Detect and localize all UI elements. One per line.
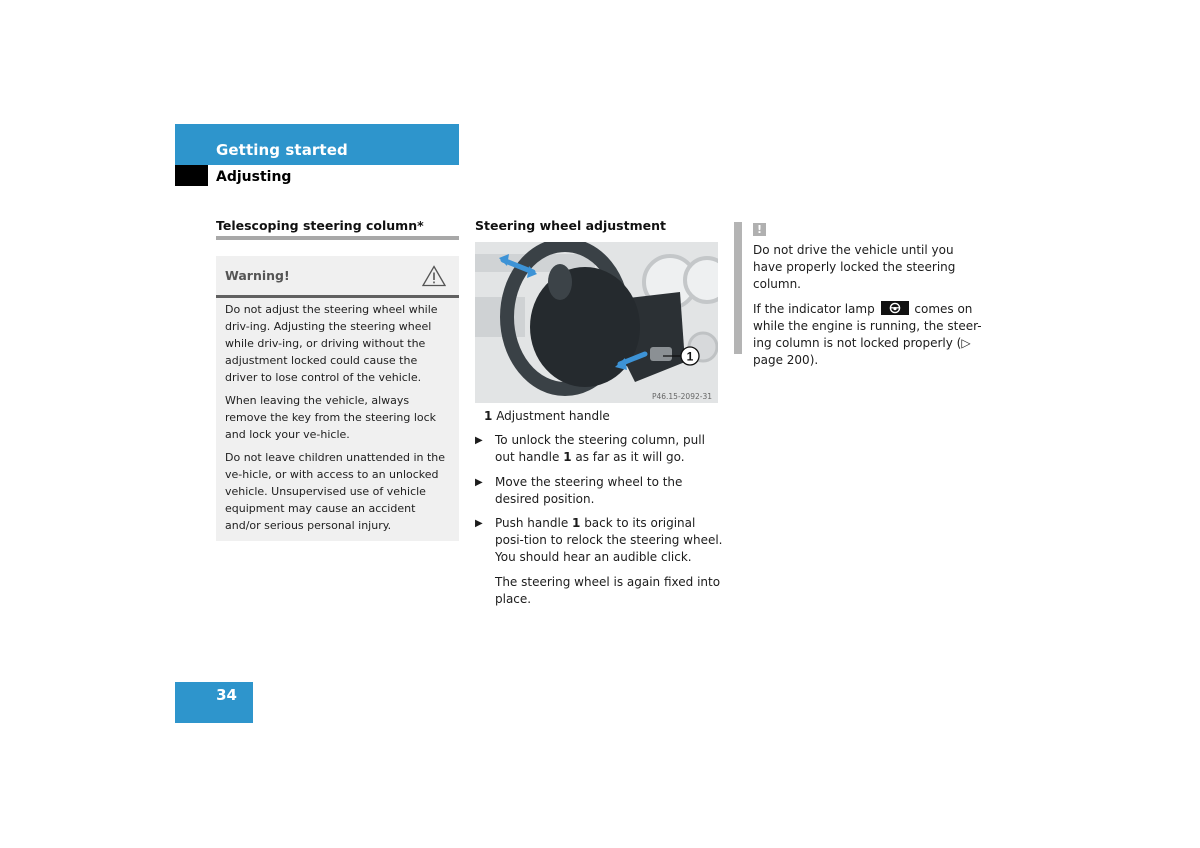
steering-wheel-lamp-icon bbox=[880, 300, 909, 315]
page-number-box: 34 bbox=[175, 682, 253, 723]
bullet-triangle-icon: ▶ bbox=[475, 476, 483, 488]
heading-rule bbox=[216, 236, 459, 240]
section-marker bbox=[175, 165, 208, 186]
telescoping-column-heading: Telescoping steering column* bbox=[216, 218, 424, 233]
caution-note: ! Do not drive the vehicle until you hav… bbox=[753, 221, 983, 376]
warning-box: Warning! Do not adjust the steering whee… bbox=[216, 256, 459, 541]
result-text: The steering wheel is again fixed into p… bbox=[495, 574, 721, 606]
note-paragraph: If the indicator lamp comes on while the… bbox=[753, 300, 982, 368]
steering-adjustment-heading: Steering wheel adjustment bbox=[475, 218, 666, 233]
warning-rule bbox=[216, 295, 459, 298]
note-paragraph: Do not drive the vehicle until you have … bbox=[753, 243, 956, 292]
legend-number: 1 bbox=[484, 409, 493, 423]
adjustment-instructions: 1 Adjustment handle ▶ To unlock the stee… bbox=[475, 408, 723, 608]
figure-code: P46.15-2092-31 bbox=[651, 392, 712, 401]
warning-heading: Warning! bbox=[225, 268, 290, 283]
instruction-step: ▶ To unlock the steering column, pull ou… bbox=[475, 433, 705, 465]
figure-callout-1: 1 bbox=[687, 350, 694, 364]
instruction-step: ▶ Move the steering wheel to the desired… bbox=[475, 474, 683, 506]
bullet-triangle-icon: ▶ bbox=[475, 518, 483, 530]
warning-triangle-icon bbox=[422, 265, 446, 287]
warning-body: Do not adjust the steering wheel while d… bbox=[225, 301, 453, 540]
section-title: Adjusting bbox=[216, 169, 292, 185]
bullet-triangle-icon: ▶ bbox=[475, 435, 483, 447]
warning-paragraph: When leaving the vehicle, always remove … bbox=[225, 393, 437, 442]
steering-wheel-illustration: 1 bbox=[475, 242, 718, 403]
note-sidebar bbox=[734, 222, 742, 354]
legend-label: Adjustment handle bbox=[496, 409, 610, 423]
warning-paragraph: Do not leave children unattended in the … bbox=[225, 450, 446, 533]
warning-paragraph: Do not adjust the steering wheel while d… bbox=[225, 303, 438, 385]
instruction-step: ▶ Push handle 1 back to its original pos… bbox=[475, 516, 723, 565]
figure-legend: 1 Adjustment handle bbox=[475, 408, 723, 425]
chapter-title: Getting started bbox=[216, 141, 348, 159]
exclamation-icon: ! bbox=[753, 223, 766, 236]
steering-wheel-figure: 1 P46.15-2092-31 bbox=[475, 242, 718, 403]
page-number: 34 bbox=[216, 686, 237, 704]
